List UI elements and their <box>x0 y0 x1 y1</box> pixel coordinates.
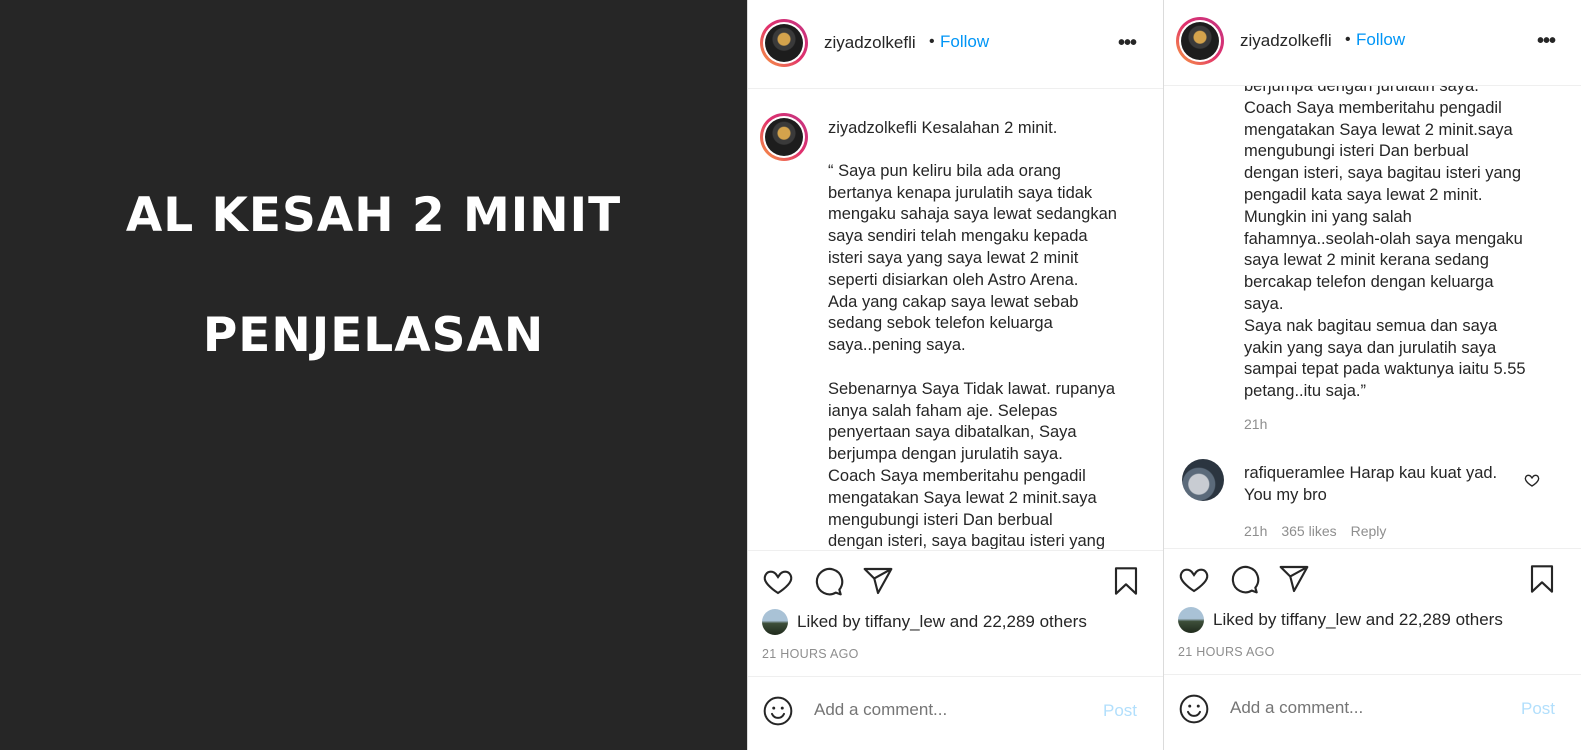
action-bar <box>1164 548 1581 609</box>
caption-line: mengubungi isteri Dan berbual <box>828 510 1053 529</box>
emoji-icon[interactable] <box>762 695 794 727</box>
caption-line: saya..pening saya. <box>828 336 966 355</box>
caption-body: “ Saya pun keliru bila ada orang bertanya… <box>828 161 1138 549</box>
liked-prefix: Liked by <box>1213 610 1282 629</box>
caption-line: mengatakan Saya lewat 2 minit.saya <box>1244 120 1513 139</box>
commenter-username[interactable]: rafiqueramlee <box>1244 464 1345 482</box>
caption: ziyadzolkefli Kesalahan 2 minit. “ Saya … <box>828 118 1138 549</box>
caption-line: pengadil kata saya lewat 2 minit. <box>1244 185 1483 204</box>
comments-area[interactable]: ziyadzolkefli Kesalahan 2 minit. “ Saya … <box>748 89 1163 549</box>
caption-line: bertanya kenapa jurulatih saya tidak <box>828 183 1093 202</box>
author-username[interactable]: ziyadzolkefli <box>824 33 916 53</box>
comment-icon[interactable] <box>812 565 844 597</box>
caption-time[interactable]: 21h <box>1244 416 1267 432</box>
author-avatar[interactable] <box>1176 17 1224 65</box>
bookmark-icon[interactable] <box>1526 563 1558 595</box>
caption-line: mengaku sahaja saya lewat sedangkan <box>828 205 1117 224</box>
liked-mid: and <box>945 612 983 631</box>
post-comment-button[interactable]: Post <box>1103 701 1137 721</box>
caption-line: penyertaan saya dibatalkan, Saya <box>828 423 1077 442</box>
caption-line: dengan isteri, saya bagitau isteri yang <box>828 532 1106 549</box>
post-sidebar-right: ziyadzolkefli • Follow ••• berjumpa deng… <box>1163 0 1581 750</box>
follow-button[interactable]: Follow <box>1356 30 1405 50</box>
liked-by-text: Liked by tiffany_lew and 22,289 others <box>797 612 1087 632</box>
liked-user[interactable]: tiffany_lew <box>1281 610 1361 629</box>
caption-avatar[interactable] <box>760 113 808 161</box>
caption-line: mengubungi isteri Dan berbual <box>1244 142 1469 161</box>
caption-line: berjumpa dengan jurulatih saya. <box>828 445 1063 464</box>
caption-line <box>828 357 1138 379</box>
post-timestamp[interactable]: 21 HOURS AGO <box>762 647 859 661</box>
comment-likes[interactable]: 365 likes <box>1281 523 1336 539</box>
more-options-icon[interactable]: ••• <box>1118 32 1137 55</box>
comment-meta: 21h 365 likes Reply <box>1244 523 1400 539</box>
caption-line: berjumpa dengan jurulatih saya. <box>1244 86 1479 95</box>
post-header: ziyadzolkefli • Follow ••• <box>748 0 1163 89</box>
image-subheadline: PENJELASAN <box>202 308 545 363</box>
caption-line: sampai tepat pada waktunya iaitu 5.55 <box>1244 360 1526 379</box>
caption-body: berjumpa dengan jurulatih saya. Coach Say… <box>1244 86 1554 403</box>
author-avatar[interactable] <box>760 19 808 67</box>
caption-line: fahamnya..seolah-olah saya mengaku <box>1244 229 1523 248</box>
post-timestamp[interactable]: 21 HOURS AGO <box>1178 645 1275 659</box>
caption-line: Coach Saya memberitahu pengadil <box>828 466 1086 485</box>
caption-line: saya sendiri telah mengaku kepada <box>828 227 1088 246</box>
caption-line: Saya nak bagitau semua dan saya <box>1244 316 1498 335</box>
share-icon[interactable] <box>1278 563 1310 595</box>
add-comment-input[interactable] <box>812 699 1076 721</box>
caption-title: Kesalahan 2 minit. <box>916 119 1058 137</box>
liked-others[interactable]: 22,289 others <box>1399 610 1503 629</box>
caption-line: petang..itu saja.” <box>1244 382 1366 401</box>
caption-line: yakin yang saya dan jurulatih saya <box>1244 338 1497 357</box>
post-image: AL KESAH 2 MINIT PENJELASAN <box>0 0 747 750</box>
comment-icon[interactable] <box>1228 563 1260 595</box>
caption-line: bercakap telefon dengan keluarga <box>1244 273 1494 292</box>
caption-line: Mungkin ini yang salah <box>1244 207 1412 226</box>
heart-icon[interactable] <box>762 565 794 597</box>
caption-line: isteri saya yang saya lewat 2 minit <box>828 248 1079 267</box>
comments-area[interactable]: berjumpa dengan jurulatih saya. Coach Say… <box>1164 86 1581 548</box>
caption-line: dengan isteri, saya bagitau isteri yang <box>1244 164 1522 183</box>
caption-line: saya lewat 2 minit kerana sedang <box>1244 251 1489 270</box>
add-comment-bar: Post <box>1164 674 1581 749</box>
author-username[interactable]: ziyadzolkefli <box>1240 31 1332 51</box>
caption-line: mengatakan Saya lewat 2 minit.saya <box>828 488 1097 507</box>
commenter-avatar[interactable] <box>1182 459 1224 501</box>
like-comment-icon[interactable] <box>1524 472 1540 488</box>
bookmark-icon[interactable] <box>1110 565 1142 597</box>
share-icon[interactable] <box>862 565 894 597</box>
follow-button[interactable]: Follow <box>940 32 989 52</box>
caption-line: saya. <box>1244 294 1284 313</box>
add-comment-input[interactable] <box>1228 697 1492 719</box>
comment-reply[interactable]: Reply <box>1351 523 1387 539</box>
comment-text: rafiqueramlee Harap kau kuat yad. You my… <box>1244 462 1504 506</box>
add-comment-bar: Post <box>748 676 1163 750</box>
separator-dot: • <box>1345 31 1351 48</box>
post-header: ziyadzolkefli • Follow ••• <box>1164 0 1581 86</box>
liked-others[interactable]: 22,289 others <box>983 612 1087 631</box>
liked-user[interactable]: tiffany_lew <box>865 612 945 631</box>
caption-line: ianya salah faham aje. Selepas <box>828 401 1058 420</box>
emoji-icon[interactable] <box>1178 693 1210 725</box>
comment-time[interactable]: 21h <box>1244 523 1267 539</box>
liked-prefix: Liked by <box>797 612 866 631</box>
heart-icon[interactable] <box>1178 563 1210 595</box>
more-options-icon[interactable]: ••• <box>1537 30 1556 53</box>
caption-line: sedang sebok telefon keluarga <box>828 314 1053 333</box>
liked-by-text: Liked by tiffany_lew and 22,289 others <box>1213 610 1503 630</box>
post-comment-button[interactable]: Post <box>1521 699 1555 719</box>
liked-by-avatar[interactable] <box>762 609 788 635</box>
liked-mid: and <box>1361 610 1399 629</box>
caption-line: Ada yang cakap saya lewat sebab <box>828 292 1079 311</box>
post-sidebar-left: ziyadzolkefli • Follow ••• ziyadzolkefli… <box>747 0 1163 750</box>
caption-username[interactable]: ziyadzolkefli <box>828 119 917 137</box>
caption-line: “ Saya pun keliru bila ada orang <box>828 161 1061 180</box>
separator-dot: • <box>929 33 935 50</box>
caption-line: seperti disiarkan oleh Astro Arena. <box>828 270 1079 289</box>
liked-by-avatar[interactable] <box>1178 607 1204 633</box>
caption-line: Coach Saya memberitahu pengadil <box>1244 98 1502 117</box>
image-headline: AL KESAH 2 MINIT <box>125 188 622 243</box>
caption-line: Sebenarnya Saya Tidak lawat. rupanya <box>828 379 1116 398</box>
action-bar <box>748 550 1163 611</box>
